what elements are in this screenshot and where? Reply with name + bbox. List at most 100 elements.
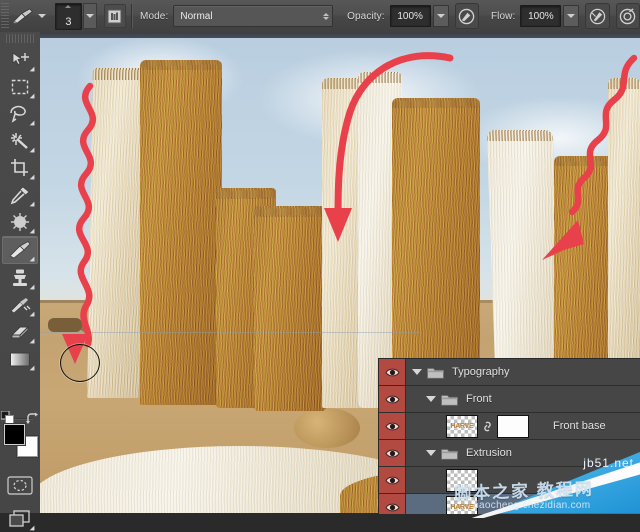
screen-mode-button[interactable] <box>3 506 37 532</box>
chevron-down-icon <box>86 14 94 18</box>
layer-row-extrusion-child-2[interactable]: HARVE <box>379 494 640 514</box>
pressure-controls-opacity-button[interactable] <box>455 3 479 29</box>
layer-name: Typography <box>452 366 509 378</box>
tool-spot-healing[interactable] <box>3 209 37 235</box>
opacity-value: 100% <box>397 11 423 22</box>
tool-quick-select[interactable] <box>3 128 37 154</box>
layer-row-body[interactable]: Extrusion <box>406 440 640 466</box>
tool-submenu-icon <box>30 312 35 317</box>
layer-row-body[interactable]: HARVE Front base <box>406 413 640 439</box>
flow-input[interactable]: 100% <box>520 5 561 27</box>
tool-crop[interactable] <box>3 155 37 181</box>
letter-stroke-2 <box>140 60 222 405</box>
group-disclosure-icon[interactable] <box>426 396 436 402</box>
layer-mask-thumbnail[interactable] <box>497 415 529 438</box>
link-mask-icon[interactable] <box>482 419 493 434</box>
rect-marquee-icon <box>10 78 30 96</box>
tool-submenu-icon <box>30 94 35 99</box>
layer-thumbnail-text: HARVE <box>451 423 474 430</box>
layer-row-extrusion[interactable]: Extrusion <box>379 440 640 467</box>
layer-row-front[interactable]: Front <box>379 386 640 413</box>
tool-clone-stamp[interactable] <box>3 265 37 291</box>
tool-marquee[interactable] <box>3 74 37 100</box>
tool-submenu-icon <box>30 229 35 234</box>
flow-label: Flow: <box>491 11 515 22</box>
opacity-dropdown[interactable] <box>433 5 449 27</box>
brush-preset-chevron-icon <box>38 14 46 18</box>
eye-icon <box>385 448 400 459</box>
tool-submenu-icon <box>30 366 35 371</box>
folder-icon <box>427 366 444 379</box>
color-swatches[interactable] <box>1 422 39 458</box>
brush-cursor-circle <box>60 344 100 382</box>
brush-size-value: 3 <box>65 16 71 28</box>
layer-row-typography[interactable]: Typography <box>379 359 640 386</box>
layer-visibility-toggle[interactable] <box>379 359 406 385</box>
size-spinner-icon <box>65 5 71 8</box>
layer-visibility-toggle[interactable] <box>379 467 406 493</box>
options-bar-grip[interactable] <box>1 3 9 29</box>
history-brush-icon <box>9 295 31 315</box>
toolbox <box>0 32 41 513</box>
toggle-brush-panel-button[interactable] <box>104 4 126 28</box>
photoshop-window: 3 Mode: Normal Opacity: 100% <box>0 0 640 513</box>
brush-icon <box>8 240 32 260</box>
chevron-down-icon <box>437 14 445 18</box>
layer-thumbnail[interactable]: HARVE <box>446 496 478 515</box>
layer-row-extrusion-child-1[interactable] <box>379 467 640 494</box>
eye-icon <box>385 394 400 405</box>
tool-lasso[interactable] <box>3 101 37 127</box>
pressure-size-icon <box>619 8 636 25</box>
tool-submenu-icon <box>30 148 35 153</box>
opacity-input[interactable]: 100% <box>390 5 431 27</box>
tool-move[interactable] <box>3 47 37 73</box>
quick-mask-icon <box>7 476 33 495</box>
layer-thumbnail[interactable]: HARVE <box>446 415 478 438</box>
layer-row-body[interactable]: Typography <box>406 359 640 385</box>
default-colors-icon[interactable] <box>1 411 14 424</box>
tool-submenu-icon <box>30 202 35 207</box>
flow-dropdown[interactable] <box>563 5 579 27</box>
foreground-color-swatch[interactable] <box>4 424 25 445</box>
tool-submenu-icon <box>30 526 35 531</box>
layer-visibility-toggle[interactable] <box>379 413 406 439</box>
swap-colors-icon[interactable] <box>25 412 39 426</box>
layer-thumbnail[interactable] <box>446 469 478 492</box>
layer-row-body[interactable] <box>406 467 640 493</box>
tool-brush[interactable] <box>2 236 38 264</box>
eye-icon <box>385 502 400 513</box>
layer-visibility-toggle[interactable] <box>379 440 406 466</box>
group-disclosure-icon[interactable] <box>426 450 436 456</box>
brush-size-stepper[interactable] <box>83 3 97 29</box>
airbrush-button[interactable] <box>585 3 609 29</box>
crop-icon <box>10 158 30 178</box>
pressure-controls-size-button[interactable] <box>616 3 640 29</box>
layer-row-front-base[interactable]: HARVE Front base <box>379 413 640 440</box>
tool-eraser[interactable] <box>3 319 37 345</box>
brush-preset-picker[interactable] <box>12 5 46 27</box>
blend-mode-select[interactable]: Normal <box>173 5 333 27</box>
spot-healing-icon <box>9 212 31 232</box>
tool-eyedropper[interactable] <box>3 182 37 208</box>
tool-history-brush[interactable] <box>3 292 37 318</box>
mode-label: Mode: <box>140 11 168 22</box>
group-disclosure-icon[interactable] <box>412 369 422 375</box>
flow-value: 100% <box>528 11 554 22</box>
toolbox-grip[interactable] <box>6 34 34 43</box>
layer-row-body[interactable]: HARVE <box>406 494 640 514</box>
tool-gradient[interactable] <box>3 346 37 372</box>
tool-submenu-icon <box>30 121 35 126</box>
eye-icon <box>385 475 400 486</box>
letter-stroke-4 <box>254 206 326 411</box>
layer-visibility-toggle[interactable] <box>379 386 406 412</box>
eraser-icon <box>9 323 31 341</box>
layer-row-body[interactable]: Front <box>406 386 640 412</box>
quick-mask-toggle[interactable] <box>3 472 37 498</box>
layers-panel[interactable]: Typography Front <box>378 358 640 514</box>
options-bar: 3 Mode: Normal Opacity: 100% <box>0 0 640 33</box>
brush-size-input[interactable]: 3 <box>55 3 81 30</box>
screen-mode-icon <box>8 509 32 529</box>
layer-visibility-toggle[interactable] <box>379 494 406 514</box>
eye-icon <box>385 421 400 432</box>
tool-submenu-icon <box>30 257 35 262</box>
